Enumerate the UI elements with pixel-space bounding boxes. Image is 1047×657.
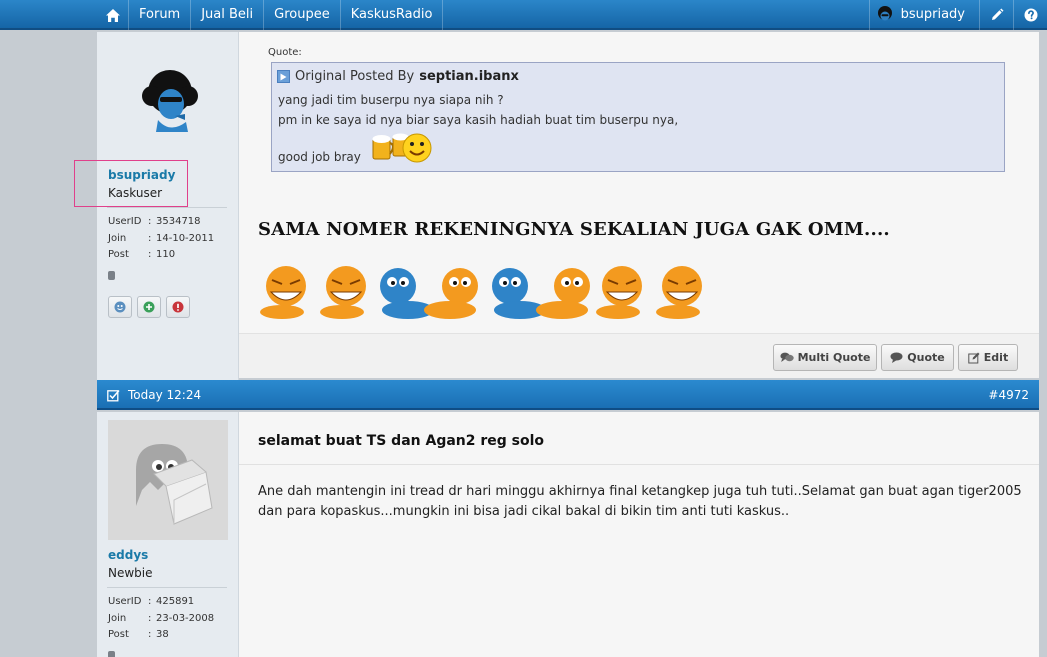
divider: [107, 207, 227, 208]
quote-line: yang jadi tim buserpu nya siapa nih ?: [278, 93, 504, 107]
laughing-emoticon: [656, 266, 702, 319]
quote-header: Original Posted By septian.ibanx: [277, 69, 519, 84]
quote-button[interactable]: Quote: [881, 344, 954, 371]
username-highlight: [74, 160, 188, 207]
post1-stat-join: Join:14-10-2011: [108, 233, 215, 244]
ghost-box-icon: [136, 444, 213, 525]
handshake-emoticon: [380, 268, 478, 319]
quote-author[interactable]: septian.ibanx: [419, 69, 519, 84]
new-post-button[interactable]: [979, 0, 1013, 30]
user-nav: bsupriady: [868, 0, 1047, 30]
quote-box: Original Posted By septian.ibanx yang ja…: [271, 62, 1005, 172]
pencil-icon: [991, 8, 1003, 20]
quote-line: pm in ke saya id nya biar saya kasih had…: [278, 113, 679, 127]
post2-date: Today 12:24: [107, 380, 201, 410]
quote-caption: Quote:: [268, 47, 302, 58]
left-gutter: [0, 32, 97, 657]
home-button[interactable]: [97, 0, 129, 30]
add-friend-button[interactable]: [137, 296, 161, 318]
multi-quote-button[interactable]: Multi Quote: [773, 344, 877, 371]
laughing-emoticon: [596, 266, 642, 319]
post1-heading: SAMA NOMER REKENINGNYA SEKALIAN JUGA GAK…: [258, 219, 890, 240]
post2-body: Ane dah mantengin ini tread dr hari ming…: [258, 484, 1022, 519]
post2-header: Today 12:24 #4972: [97, 380, 1039, 410]
report-icon: [172, 301, 184, 313]
add-message-icon: [143, 301, 155, 313]
edit-icon: [968, 352, 980, 363]
main-nav: Forum Jual Beli Groupee KaskusRadio: [97, 0, 444, 30]
home-icon: [105, 8, 120, 22]
nav-kaskusradio[interactable]: KaskusRadio: [341, 0, 444, 30]
post2-user-title: Newbie: [108, 566, 153, 580]
right-gutter: [1039, 32, 1047, 657]
laughing-emoticon: [320, 266, 366, 319]
online-status-icon: [108, 271, 115, 280]
quote-prefix: Original Posted By: [295, 69, 415, 84]
divider: [107, 587, 227, 588]
nav-username: bsupriady: [900, 7, 965, 22]
post2-title: selamat buat TS dan Agan2 reg solo: [258, 433, 545, 449]
profile-icon: [114, 301, 126, 313]
profile-button[interactable]: [108, 296, 132, 318]
post2-username[interactable]: eddys: [108, 548, 148, 562]
online-status-icon: [108, 651, 115, 657]
laughing-emoticon: [260, 266, 306, 319]
nav-forum[interactable]: Forum: [129, 0, 192, 30]
quote-line: good job bray: [278, 150, 361, 164]
nav-jual-beli[interactable]: Jual Beli: [191, 0, 265, 30]
top-navigation-bar: Forum Jual Beli Groupee KaskusRadio bsup…: [0, 0, 1047, 30]
nav-groupee[interactable]: Groupee: [264, 0, 341, 30]
post2-stat-userid: UserID:425891: [108, 596, 195, 607]
post1-stat-userid: UserID:3534718: [108, 216, 201, 227]
emoticon-row: [260, 266, 702, 319]
handshake-emoticon: [492, 268, 590, 319]
beer-cheers-emoticon: [372, 133, 432, 163]
speech-bubbles-icon: [779, 352, 794, 362]
report-button[interactable]: [166, 296, 190, 318]
post1-stat-post: Post:110: [108, 249, 176, 260]
default-avatar[interactable]: [108, 420, 228, 540]
help-button[interactable]: [1013, 0, 1047, 30]
user-avatar[interactable]: [140, 68, 200, 132]
user-avatar-icon: [877, 6, 892, 21]
post2-stat-join: Join:23-03-2008: [108, 613, 215, 624]
post2-number[interactable]: #4972: [988, 380, 1029, 410]
user-menu[interactable]: bsupriady: [868, 0, 979, 30]
help-icon: [1024, 8, 1037, 22]
post2-stat-post: Post:38: [108, 629, 169, 640]
speech-bubble-icon: [890, 352, 903, 363]
checkbox-icon: [107, 389, 120, 401]
divider: [239, 464, 1039, 465]
edit-button[interactable]: Edit: [958, 344, 1018, 371]
view-post-icon[interactable]: [277, 70, 290, 83]
